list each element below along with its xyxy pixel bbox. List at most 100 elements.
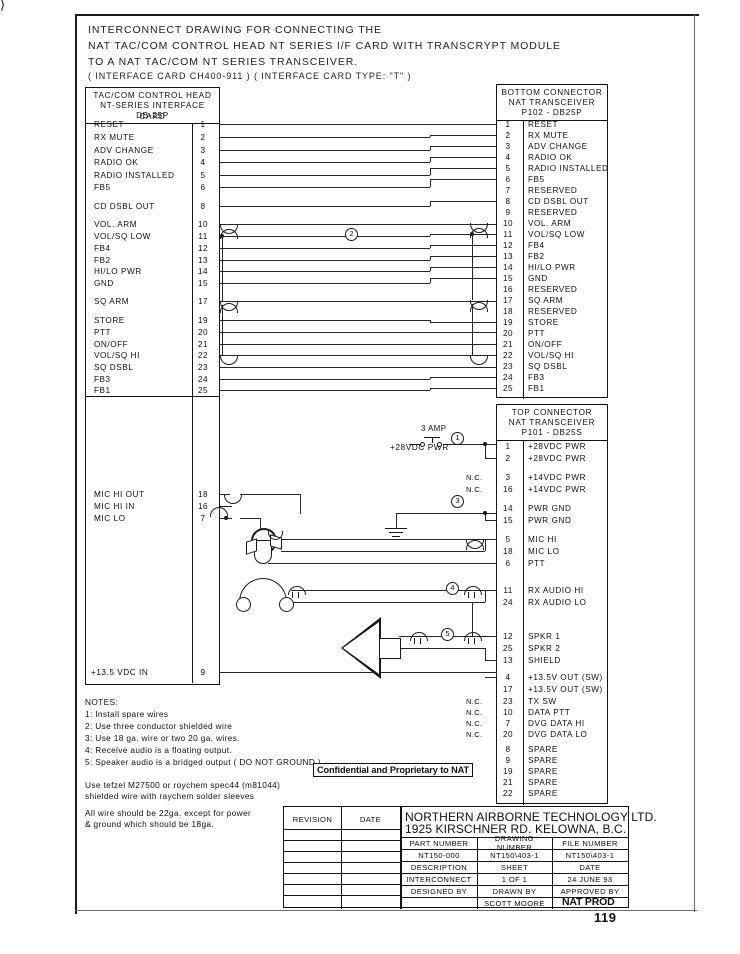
wire-fb5-j — [430, 179, 431, 187]
bottom-pin-number-9: 9 — [505, 208, 511, 217]
bundle-drain-left-2 — [222, 305, 223, 355]
bottom-pin-number-16: 16 — [503, 285, 513, 294]
wire-store-b — [430, 322, 496, 323]
wire-fb5-a — [220, 187, 430, 188]
wire-mic-lo — [281, 551, 485, 552]
left-pin-number-10: 10 — [198, 220, 208, 229]
note-paragraph-3: All wire should be 22ga. except for powe… — [85, 808, 252, 818]
bottom-connector-pin-divider — [523, 120, 524, 399]
left-pin-number-1: 1 — [200, 120, 206, 129]
left-pin-label-13: FB2 — [94, 256, 111, 265]
bottom-pin-label-9: RESERVED — [528, 208, 578, 217]
wire-ptt — [268, 563, 496, 564]
top-connector-pin-divider — [523, 440, 524, 805]
tb-value-description: INTERCONNECT — [406, 874, 472, 884]
bottom-pin-number-2: 2 — [505, 131, 511, 140]
bottom-pin-label-23: SQ DSBL — [528, 362, 568, 371]
bottom-pin-label-25: FB1 — [528, 384, 545, 393]
wire-spkr-shield — [485, 660, 496, 661]
bottom-pin-label-3: ADV CHANGE — [528, 142, 588, 151]
wire-fb3-b — [430, 377, 496, 378]
title-line-1: INTERCONNECT DRAWING FOR CONNECTING THE — [88, 24, 382, 36]
top-pin-label-8: SPARE — [528, 745, 558, 754]
ground-bar-3 — [392, 536, 400, 537]
bottom-pin-label-2: RX MUTE — [528, 131, 569, 140]
top-pin-number-4: 4 — [505, 673, 511, 682]
note-item-1: 1: Install spare wires — [85, 709, 169, 719]
wire-reset — [220, 124, 496, 125]
shield-marker-spkr-left — [408, 632, 428, 644]
wire-sq-dsbl — [220, 367, 496, 368]
drawing-border-right — [694, 14, 695, 912]
top-pin-label-11: RX AUDIO HI — [528, 586, 584, 595]
bottom-pin-label-7: RESERVED — [528, 186, 578, 195]
left-pin-label-7: MIC LO — [94, 514, 126, 523]
tb-header-date: DATE — [579, 862, 601, 872]
top-pin-number-25: 25 — [503, 644, 513, 653]
tb-value-designed-by — [401, 897, 477, 909]
tb-date-header: DATE — [359, 814, 382, 824]
wire-radio-ok-a — [220, 162, 430, 163]
left-pin-label-14: HI/LO PWR — [94, 267, 142, 276]
tb-header-part-number: PART NUMBER — [409, 838, 469, 848]
wire-28vdc-to-pin1 — [443, 444, 496, 445]
left-pin-label-5: RADIO INSTALLED — [94, 171, 175, 180]
bottom-pin-number-21: 21 — [503, 340, 513, 349]
top-pin-label-1: +28VDC PWR — [528, 442, 587, 451]
top-pin-number-19: 19 — [503, 767, 513, 776]
left-pin-number-3: 3 — [200, 146, 206, 155]
wire-radio-installed-j — [430, 168, 431, 175]
left-pin-label-23: SQ DSBL — [94, 363, 134, 372]
bottom-pin-label-11: VOL/SQ LOW — [528, 230, 585, 239]
top-pin-number-1: 1 — [505, 442, 511, 451]
top-pin-nc-7: N.C. — [466, 719, 483, 728]
wire-vol-sq-hi — [220, 355, 496, 356]
left-pin-number-2: 2 — [200, 133, 206, 142]
top-pin-label-15: PWR GND — [528, 516, 572, 525]
top-pin-label-25: SPKR 2 — [528, 644, 561, 653]
title-block: REVISION DATE NORTHERN AIRBORNE TECHNOLO… — [283, 806, 657, 909]
wire-spkr-2 — [399, 648, 485, 649]
top-pin-label-2: +28VDC PWR — [528, 454, 587, 463]
tb-value-part-number: NT150-000 — [418, 850, 460, 860]
callout-5: 5 — [441, 628, 454, 641]
left-pin-number-8: 8 — [200, 202, 206, 211]
tb-hline-r2 — [284, 851, 401, 852]
confidential-stamp: Confidential and Proprietary to NAT — [313, 763, 474, 777]
page-number: 119 — [594, 910, 617, 925]
bottom-pin-label-5: RADIO INSTALLED — [528, 164, 609, 173]
wire-pwrgnd-node — [483, 511, 487, 515]
top-pin-number-13: 13 — [503, 656, 513, 665]
bottom-pin-number-13: 13 — [503, 252, 513, 261]
bundle-drain-right-2 — [472, 304, 473, 355]
wire-hi-lo-pwr-a — [220, 271, 430, 272]
title-line-2: NAT TAC/COM CONTROL HEAD NT SERIES I/F C… — [88, 40, 561, 52]
bottom-pin-number-3: 3 — [505, 142, 511, 151]
bottom-pin-label-24: FB3 — [528, 373, 545, 382]
tb-value-drawn-by: SCOTT MOORE — [484, 898, 545, 908]
bottom-pin-label-6: FB5 — [528, 175, 545, 184]
tb-header-sheet: SHEET — [500, 862, 529, 872]
wire-fb4-b — [430, 245, 496, 246]
wire-mic-hi — [281, 539, 496, 540]
wire-fb2-a — [220, 260, 430, 261]
bottom-pin-label-1: RESET — [528, 120, 559, 129]
tb-value-file-number: NT150\403-1 — [565, 850, 615, 860]
note-item-4: 4: Receive audio is a floating output. — [85, 745, 233, 755]
title-line-4: ( INTERFACE CARD CH400-911 ) ( INTERFACE… — [88, 71, 412, 81]
top-pin-label-20: DVG DATA LO — [528, 730, 588, 739]
left-connector-lower-divider — [192, 397, 193, 683]
top-pin-label-5: MIC HI — [528, 535, 557, 544]
bottom-pin-number-15: 15 — [503, 274, 513, 283]
bottom-pin-number-20: 20 — [503, 329, 513, 338]
left-pin-number-4: 4 — [200, 158, 206, 167]
top-pin-number-18: 18 — [503, 547, 513, 556]
bottom-pin-number-17: 17 — [503, 296, 513, 305]
wire-rx-mute-b — [430, 135, 496, 136]
tb-revision-header: REVISION — [292, 814, 333, 824]
note-item-5: 5: Speaker audio is a bridged output ( D… — [85, 757, 324, 767]
wire-28vdc-to-pin2 — [485, 458, 496, 459]
top-pin-label-4: +13.5V OUT (SW) — [528, 673, 603, 682]
left-pin-number-14: 14 — [198, 267, 208, 276]
bottom-pin-number-7: 7 — [505, 186, 511, 195]
